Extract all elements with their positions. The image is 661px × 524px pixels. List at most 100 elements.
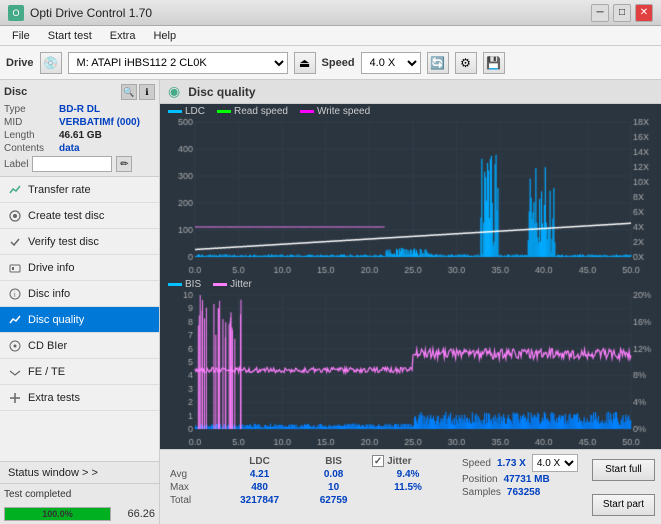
speed-info-speed: Speed 1.73 X 4.0 X <box>462 454 578 472</box>
top-chart: LDC Read speed Write speed <box>160 104 661 277</box>
position-key: Position <box>462 474 498 485</box>
drive-info-icon <box>8 261 22 275</box>
nav-cd-bier[interactable]: CD BIer <box>0 333 159 359</box>
disc-type-row: Type BD-R DL <box>4 104 155 115</box>
nav-transfer-rate[interactable]: Transfer rate <box>0 177 159 203</box>
cd-bier-icon <box>8 339 22 353</box>
contents-label: Contents <box>4 143 59 154</box>
transfer-rate-icon <box>8 183 22 197</box>
speed-dropdown[interactable]: 4.0 X <box>532 454 578 472</box>
avg-label: Avg <box>164 468 218 481</box>
refresh-button[interactable]: 🔄 <box>427 52 449 74</box>
max-ldc: 480 <box>218 481 301 494</box>
drive-select[interactable]: M: ATAPI iHBS112 2 CL0K <box>68 52 288 74</box>
menu-file[interactable]: File <box>4 28 38 44</box>
ldc-header: LDC <box>218 454 301 468</box>
title-bar: O Opti Drive Control 1.70 ─ □ ✕ <box>0 0 661 26</box>
nav-disc-quality[interactable]: Disc quality <box>0 307 159 333</box>
label-input[interactable] <box>32 156 112 172</box>
progress-bar-row: 100.0% 66.26 <box>0 504 159 524</box>
total-label: Total <box>164 494 218 507</box>
settings-button[interactable]: ⚙ <box>455 52 477 74</box>
total-ldc: 3217847 <box>218 494 301 507</box>
avg-bis: 0.08 <box>301 468 366 481</box>
max-bis: 10 <box>301 481 366 494</box>
nav-verify-test-disc[interactable]: Verify test disc <box>0 229 159 255</box>
speed-info: Speed 1.73 X 4.0 X Position 47731 MB Sam… <box>454 450 586 524</box>
read-speed-legend-label: Read speed <box>234 106 288 117</box>
speed-select[interactable]: 4.0 X 2.0 X 8.0 X <box>361 52 421 74</box>
progress-pct: 100.0% <box>5 508 110 520</box>
menu-bar: File Start test Extra Help <box>0 26 661 46</box>
disc-info-icon[interactable]: ℹ <box>139 84 155 100</box>
nav-fe-te-label: FE / TE <box>28 366 65 378</box>
start-part-button[interactable]: Start part <box>592 494 655 516</box>
close-button[interactable]: ✕ <box>635 4 653 22</box>
status-window-label: Status window > > <box>8 467 98 479</box>
avg-jitter: 9.4% <box>366 468 450 481</box>
speed-key: Speed <box>462 458 491 469</box>
maximize-button[interactable]: □ <box>613 4 631 22</box>
nav-extra-tests[interactable]: Extra tests <box>0 385 159 411</box>
right-panel: ◉ Disc quality LDC Read speed <box>160 80 661 524</box>
bottom-chart: BIS Jitter <box>160 277 661 449</box>
fe-te-icon <box>8 365 22 379</box>
disc-section: Disc 🔍 ℹ Type BD-R DL MID VERBATIMf (000… <box>0 80 159 177</box>
nav-drive-info-label: Drive info <box>28 262 74 274</box>
chart-header: ◉ Disc quality <box>160 80 661 104</box>
progress-row: Test completed <box>0 484 159 504</box>
position-row: Position 47731 MB <box>462 474 578 485</box>
chart-title: Disc quality <box>188 85 255 99</box>
drive-icon-btn: 💿 <box>40 52 62 74</box>
label-edit-btn[interactable]: ✏ <box>116 156 132 172</box>
nav-disc-info[interactable]: i Disc info <box>0 281 159 307</box>
stats-table: LDC BIS ✓ Jitter Avg <box>160 450 454 524</box>
write-speed-legend: Write speed <box>300 106 370 117</box>
jitter-checkbox[interactable]: ✓ <box>372 455 384 467</box>
label-text: Label <box>4 159 28 170</box>
status-area: Status window > > Test completed 100.0% … <box>0 461 159 524</box>
nav-verify-test-disc-label: Verify test disc <box>28 236 99 248</box>
label-row: Label ✏ <box>4 156 155 172</box>
ldc-legend: LDC <box>168 106 205 117</box>
bis-legend: BIS <box>168 279 201 290</box>
jitter-legend-label: Jitter <box>230 279 252 290</box>
save-button[interactable]: 💾 <box>483 52 505 74</box>
left-panel: Disc 🔍 ℹ Type BD-R DL MID VERBATIMf (000… <box>0 80 160 524</box>
disc-contents-row: Contents data <box>4 143 155 154</box>
status-window-btn[interactable]: Status window > > <box>0 462 159 484</box>
status-text: Test completed <box>4 489 71 500</box>
minimize-button[interactable]: ─ <box>591 4 609 22</box>
buttons-col: Start full Start part <box>586 450 661 524</box>
speed-val: 1.73 X <box>497 458 526 469</box>
extra-tests-icon <box>8 391 22 405</box>
menu-start-test[interactable]: Start test <box>40 28 100 44</box>
jitter-header: Jitter <box>387 456 411 467</box>
speed-display: 66.26 <box>115 508 155 520</box>
disc-title: Disc <box>4 86 27 98</box>
toolbar: Drive 💿 M: ATAPI iHBS112 2 CL0K ⏏ Speed … <box>0 46 661 80</box>
nav-create-test-disc[interactable]: Create test disc <box>0 203 159 229</box>
nav-drive-info[interactable]: Drive info <box>0 255 159 281</box>
chart-icon: ◉ <box>168 83 180 100</box>
disc-scan-icon[interactable]: 🔍 <box>121 84 137 100</box>
samples-key: Samples <box>462 487 501 498</box>
length-label: Length <box>4 130 59 141</box>
disc-info-icon: i <box>8 287 22 301</box>
nav-cd-bier-label: CD BIer <box>28 340 67 352</box>
samples-row: Samples 763258 <box>462 487 578 498</box>
menu-extra[interactable]: Extra <box>102 28 144 44</box>
eject-button[interactable]: ⏏ <box>294 52 316 74</box>
start-full-button[interactable]: Start full <box>592 459 655 481</box>
bis-legend-label: BIS <box>185 279 201 290</box>
bottom-chart-canvas <box>160 277 661 449</box>
ldc-legend-label: LDC <box>185 106 205 117</box>
mid-value: VERBATIMf (000) <box>59 117 140 128</box>
disc-length-row: Length 46.61 GB <box>4 130 155 141</box>
type-value: BD-R DL <box>59 104 100 115</box>
nav-fe-te[interactable]: FE / TE <box>0 359 159 385</box>
app-icon: O <box>8 5 24 21</box>
avg-ldc: 4.21 <box>218 468 301 481</box>
drive-label: Drive <box>6 57 34 69</box>
menu-help[interactable]: Help <box>145 28 184 44</box>
